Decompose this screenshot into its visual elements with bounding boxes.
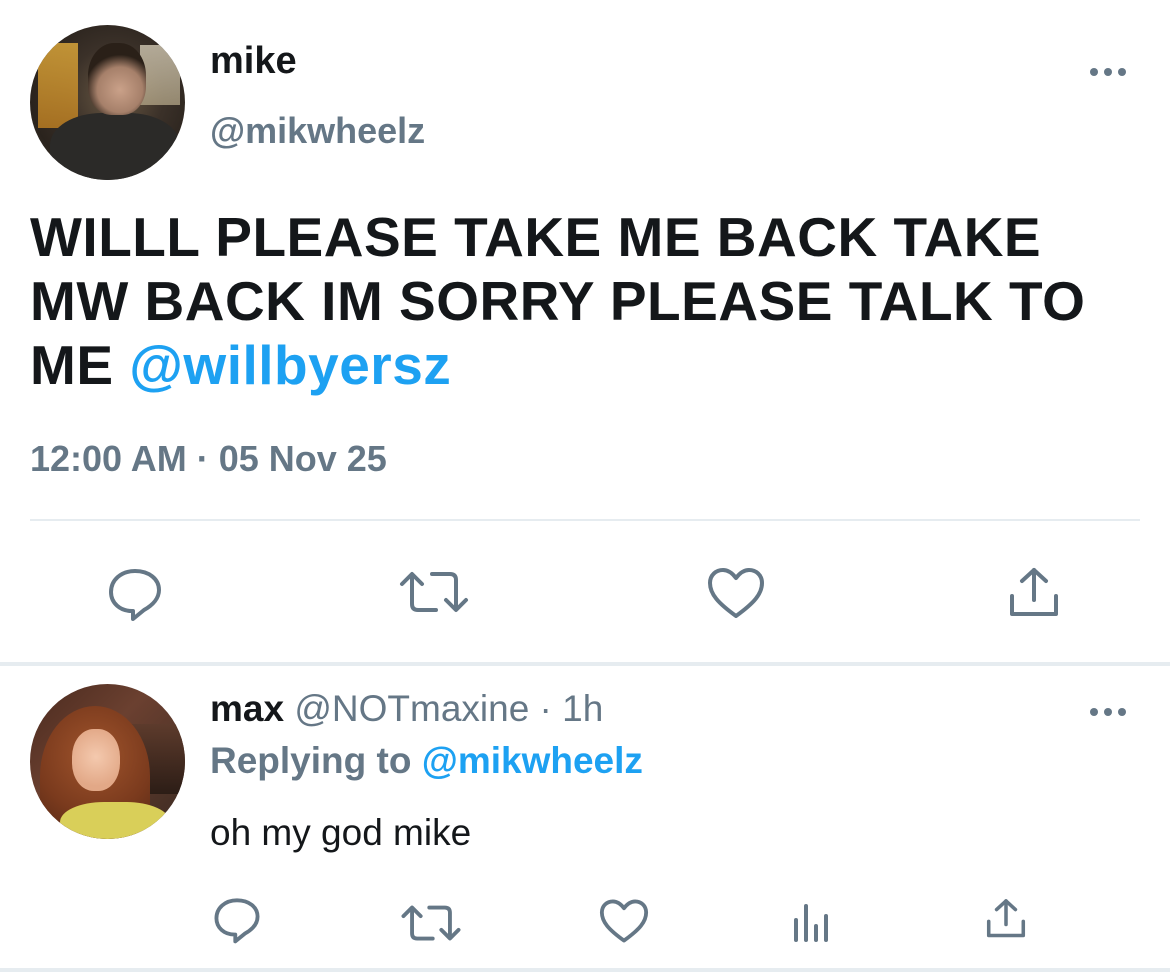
tweet-text: oh my god mike [210, 812, 472, 853]
share-icon[interactable] [984, 896, 1028, 942]
divider [0, 662, 1170, 666]
more-options-icon[interactable] [1088, 700, 1128, 724]
retweet-icon[interactable] [400, 902, 462, 944]
replying-label: Replying to [210, 740, 422, 781]
user-handle[interactable]: @mikwheelz [210, 110, 425, 152]
share-icon[interactable] [1006, 566, 1062, 620]
reply-icon[interactable] [212, 896, 262, 944]
avatar[interactable] [30, 684, 185, 839]
analytics-icon[interactable] [792, 898, 832, 942]
tweet-thread: mike @mikwheelz WILLL PLEASE TAKE ME BAC… [0, 0, 1170, 972]
display-name[interactable]: max [210, 688, 284, 729]
mention-link[interactable]: @mikwheelz [422, 740, 643, 781]
tweet-text: WILLL PLEASE TAKE ME BACK TAKE MW BACK I… [30, 205, 1140, 397]
more-options-icon[interactable] [1088, 60, 1128, 84]
divider [0, 968, 1170, 972]
main-tweet[interactable]: mike @mikwheelz WILLL PLEASE TAKE ME BAC… [0, 0, 1170, 662]
divider [30, 519, 1140, 521]
timestamp[interactable]: 12:00 AM · 05 Nov 25 [30, 438, 387, 480]
avatar[interactable] [30, 25, 185, 180]
like-icon[interactable] [598, 898, 650, 944]
reply-icon[interactable] [106, 566, 164, 622]
retweet-icon[interactable] [398, 568, 470, 616]
display-name[interactable]: mike [210, 40, 297, 83]
handle-and-time: @NOTmaxine · 1h [284, 688, 604, 729]
reply-header: max @NOTmaxine · 1h [210, 688, 603, 730]
mention-link[interactable]: @willbyersz [129, 334, 451, 396]
replying-to: Replying to @mikwheelz [210, 740, 643, 782]
like-icon[interactable] [706, 566, 766, 620]
